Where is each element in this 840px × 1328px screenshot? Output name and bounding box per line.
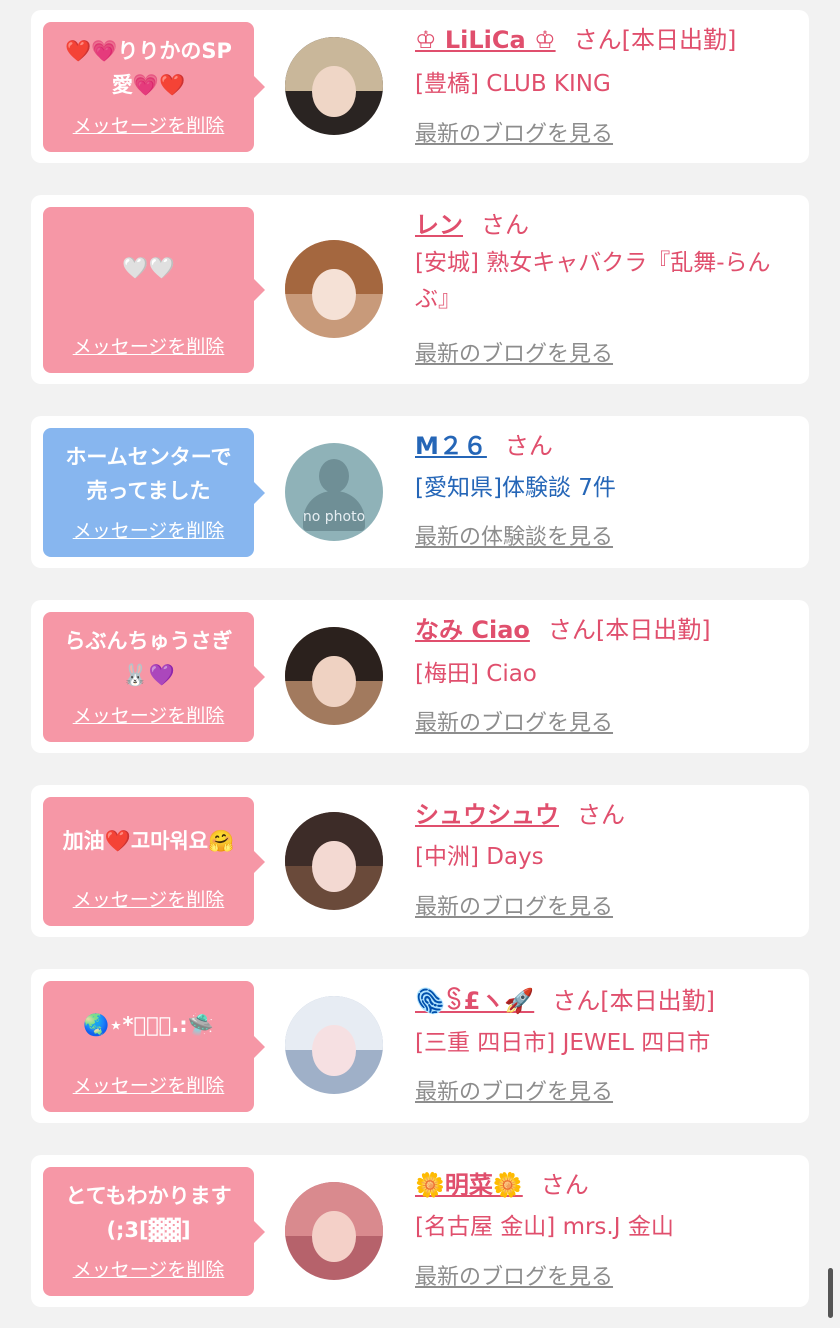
message-text: ホームセンターで 売ってました [65,445,232,503]
message-card: らぶんちゅうさぎ 🐰💜 メッセージを削除 なみ Ciao さん[本日出勤] [梅田] C… [31,600,809,753]
shop-info: [名古屋 金山] mrs.J 金山 [415,1214,674,1240]
avatar-face [312,1211,356,1263]
cast-name-link[interactable]: レン [415,211,463,239]
delete-message-link[interactable]: メッセージを削除 [43,335,254,359]
message-bubble: 加油❤️고마워요🤗 メッセージを削除 [43,797,265,926]
honorific: さん [504,432,553,460]
delete-message-link[interactable]: メッセージを削除 [43,114,254,138]
name-line: 🌼明菜🌼 さん [415,1169,589,1201]
honorific: さん [577,801,625,829]
work-status: [本日出勤] [600,987,715,1015]
message-bubble: ホームセンターで 売ってましたメッセージを削除 [43,428,265,557]
avatar[interactable] [285,627,383,725]
delete-message-link[interactable]: メッセージを削除 [43,888,254,912]
cast-name-link[interactable]: 🫆ꌗ£ヽ🚀 [415,987,534,1015]
honorific: さん [552,987,601,1015]
message-card: 🌏⋆*ﾟ･｡.:🛸 メッセージを削除 🫆ꌗ£ヽ🚀 さん[本日出勤] [三重 四日市] J… [31,969,809,1123]
shop-info: [梅田] Ciao [415,661,537,687]
cast-name-link[interactable]: 🌼明菜🌼 [415,1171,523,1199]
message-text: 加油❤️고마워요🤗 [62,829,235,853]
shop-info: [安城] 熟女キャバクラ『乱舞-らんぶ』 [415,250,771,312]
avatar[interactable] [285,240,383,338]
name-line: なみ Ciao さん[本日出勤] [415,614,711,646]
avatar[interactable] [285,1182,383,1280]
shop-info: [三重 四日市] JEWEL 四日市 [415,1030,711,1056]
message-bubble: とてもわかります (;3[▓▓] メッセージを削除 [43,1167,265,1296]
message-text: 🤍🤍 [122,256,175,280]
message-bubble: 🤍🤍 メッセージを削除 [43,207,265,373]
latest-blog-link[interactable]: 最新のブログを見る [415,121,613,149]
delete-message-link[interactable]: メッセージを削除 [43,704,254,728]
favorites-message-list: ❤️💗りりかのSP 愛💗❤️ メッセージを削除 ♔ LiLiCa ♔ さん[本日出勤]… [0,0,840,1328]
avatar-face [312,269,356,321]
message-text: ❤️💗りりかのSP 愛💗❤️ [65,39,232,97]
avatar-placeholder-head [319,459,349,493]
message-text: らぶんちゅうさぎ 🐰💜 [64,629,233,687]
message-bubble: ❤️💗りりかのSP 愛💗❤️ メッセージを削除 [43,22,265,152]
delete-message-link[interactable]: メッセージを削除 [43,1074,254,1098]
scrollbar[interactable] [828,1268,833,1318]
avatar[interactable] [285,37,383,135]
name-line: ♔ LiLiCa ♔ さん[本日出勤] [415,24,736,56]
avatar[interactable] [285,812,383,910]
shop-info: [豊橋] CLUB KING [415,71,611,97]
honorific: さん [481,211,529,239]
avatar-face [312,66,356,118]
name-line: M２６ さん [415,430,553,462]
latest-blog-link[interactable]: 最新の体験談を見る [415,524,613,552]
message-card: とてもわかります (;3[▓▓] メッセージを削除 🌼明菜🌼 さん [名古屋 金山] m… [31,1155,809,1307]
message-card: 🤍🤍 メッセージを削除 レン さん [安城] 熟女キャバクラ『乱舞-らんぶ』最新のブログ… [31,195,809,384]
cast-name-link[interactable]: シュウシュウ [415,801,559,829]
no-photo-label: no photo [302,509,366,525]
honorific: さん [540,1171,589,1199]
latest-blog-link[interactable]: 最新のブログを見る [415,894,613,922]
message-text: 🌏⋆*ﾟ･｡.:🛸 [83,1013,214,1037]
message-card: ❤️💗りりかのSP 愛💗❤️ メッセージを削除 ♔ LiLiCa ♔ さん[本日出勤]… [31,10,809,163]
delete-message-link[interactable]: メッセージを削除 [43,519,254,543]
shop-info: [愛知県]体験談 7件 [415,475,616,501]
avatar[interactable] [285,996,383,1094]
latest-blog-link[interactable]: 最新のブログを見る [415,341,613,369]
honorific: さん [547,616,596,644]
cast-name-link[interactable]: ♔ LiLiCa ♔ [415,26,556,54]
name-line: レン さん [415,209,529,241]
message-card: 加油❤️고마워요🤗 メッセージを削除 シュウシュウ さん [中洲] Days 最新のブログ… [31,785,809,937]
latest-blog-link[interactable]: 最新のブログを見る [415,1079,613,1107]
delete-message-link[interactable]: メッセージを削除 [43,1258,254,1282]
avatar[interactable]: no photo [285,443,383,541]
cast-name-link[interactable]: M２６ [415,432,487,460]
message-card: ホームセンターで 売ってましたメッセージを削除 no photo M２６ さん [愛知県… [31,416,809,568]
message-bubble: らぶんちゅうさぎ 🐰💜 メッセージを削除 [43,612,265,742]
shop-info: [中洲] Days [415,844,544,870]
honorific: さん [573,26,622,54]
latest-blog-link[interactable]: 最新のブログを見る [415,1264,613,1292]
avatar-face [312,841,356,893]
avatar-face [312,656,356,708]
work-status: [本日出勤] [621,26,737,54]
message-bubble: 🌏⋆*ﾟ･｡.:🛸 メッセージを削除 [43,981,265,1112]
name-line: シュウシュウ さん [415,799,625,831]
latest-blog-link[interactable]: 最新のブログを見る [415,710,613,738]
message-text: とてもわかります (;3[▓▓] [65,1184,232,1242]
avatar-face [312,1025,356,1077]
cast-name-link[interactable]: なみ Ciao [415,616,530,644]
name-line: 🫆ꌗ£ヽ🚀 さん[本日出勤] [415,985,715,1017]
work-status: [本日出勤] [595,616,711,644]
